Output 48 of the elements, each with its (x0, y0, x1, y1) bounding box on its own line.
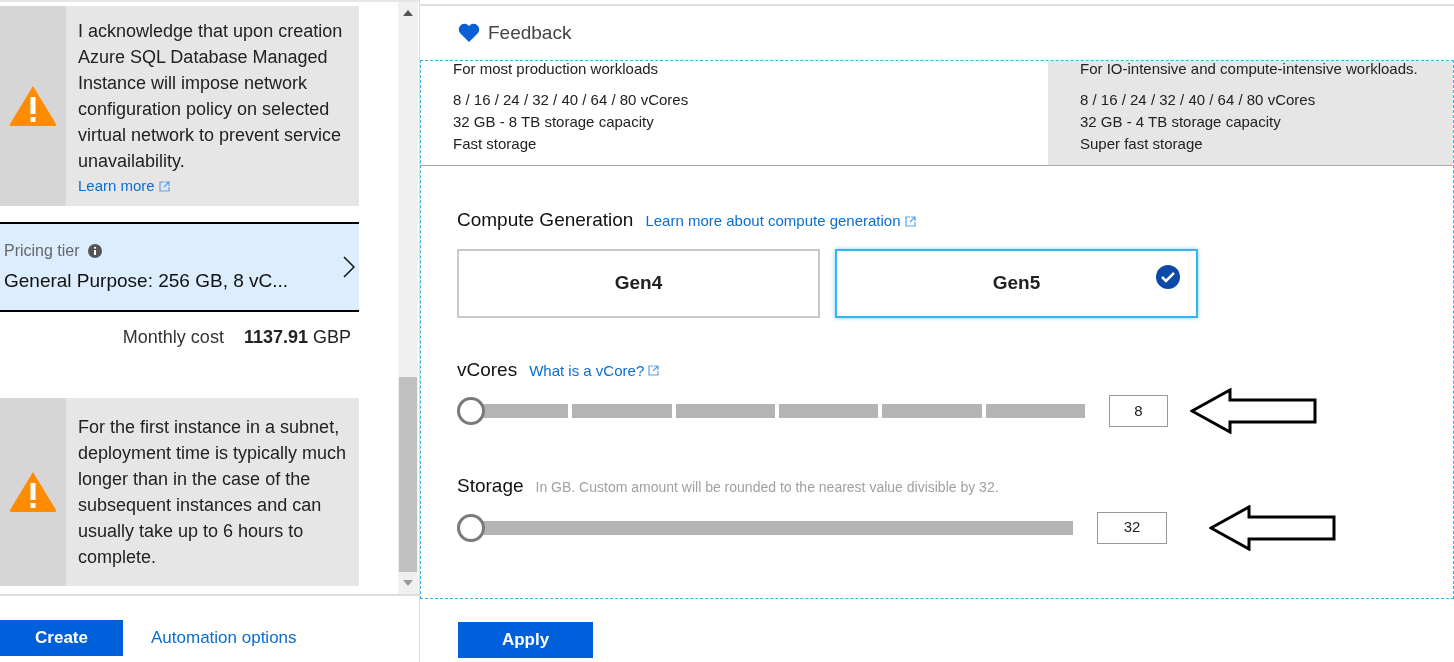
pricing-tier-label: Pricing tier (4, 240, 80, 261)
warning-icon (8, 470, 58, 514)
info-icon (87, 243, 102, 258)
tier-feature: 8 / 16 / 24 / 32 / 40 / 64 / 80 vCores (1080, 90, 1317, 110)
pricing-tier-value: General Purpose: 256 GB, 8 vC... (4, 268, 289, 293)
learn-more-link[interactable]: Learn more (78, 175, 170, 198)
checkmark-icon (1156, 264, 1180, 289)
tier-description: For most production workloads (453, 61, 660, 77)
slider-thumb[interactable] (457, 513, 485, 542)
value-input[interactable]: 32 (1097, 511, 1167, 544)
tier-feature: 8 / 16 / 24 / 32 / 40 / 64 / 80 vCores (453, 90, 690, 110)
heart-icon[interactable] (458, 23, 480, 43)
scroll-down-icon[interactable] (403, 580, 413, 586)
vcore-info-link[interactable]: What is a vCore? (529, 359, 660, 382)
scrollbar-thumb[interactable] (399, 377, 417, 572)
feedback-label[interactable]: Feedback (488, 18, 572, 48)
slider-title: Storage (457, 474, 524, 498)
slider-track[interactable] (457, 396, 1085, 426)
chevron-right-icon (343, 256, 355, 278)
create-button[interactable]: Create (0, 620, 123, 656)
tier-description: For IO-intensive and compute-intensive workloads. (1080, 61, 1419, 77)
tier-card[interactable]: For IO-intensive and compute-intensive workloads. 8 / 16 / 24 / 32 / 40 / 64 / 80 vCores 32 GB - 4 TB storage capacity Super fast storage (1048, 61, 1453, 165)
external-link-icon (904, 215, 916, 227)
tier-feature: 32 GB - 4 TB storage capacity (1080, 112, 1282, 132)
section-title: Compute Generation (457, 208, 634, 232)
tier-feature: Super fast storage (1080, 134, 1204, 154)
scrollbar[interactable] (398, 2, 418, 594)
slider-thumb[interactable] (457, 397, 485, 425)
value-input[interactable]: 8 (1109, 395, 1168, 427)
automation-options-link[interactable]: Automation options (151, 625, 297, 651)
notice-text: I acknowledge that upon creation Azure SQL Database Managed Instance will impose network configuration policy on selected virtual network to prevent service unavailability. (78, 20, 344, 173)
apply-button[interactable]: Apply (458, 622, 593, 658)
scroll-up-icon[interactable] (403, 10, 413, 16)
external-link-icon (648, 365, 660, 377)
tier-feature: 32 GB - 8 TB storage capacity (453, 112, 655, 132)
monthly-cost-label: Monthly cost (122, 326, 224, 349)
warning-icon (8, 84, 58, 128)
slider-title: vCores (457, 357, 518, 382)
generation-option[interactable]: Gen5 (835, 248, 1198, 318)
notice-text: For the first instance in a subnet, deployment time is typically much longer than in the case of the subsequent instances and can usually take up to 6 hours to complete. (78, 416, 347, 569)
slider-track[interactable] (457, 512, 1073, 543)
generation-option[interactable]: Gen4 (457, 248, 820, 318)
storage-hint: In GB. Custom amount will be rounded to the nearest value divisible by 32. (535, 478, 999, 497)
external-link-icon (158, 180, 170, 192)
tier-feature: Fast storage (453, 134, 538, 154)
compute-generation-link[interactable]: Learn more about compute generation (645, 210, 916, 233)
pricing-tier-row[interactable]: Pricing tier General Purpose: 256 GB, 8 vC... (0, 222, 359, 312)
monthly-cost-value: 1137.91 GBP (243, 326, 351, 349)
